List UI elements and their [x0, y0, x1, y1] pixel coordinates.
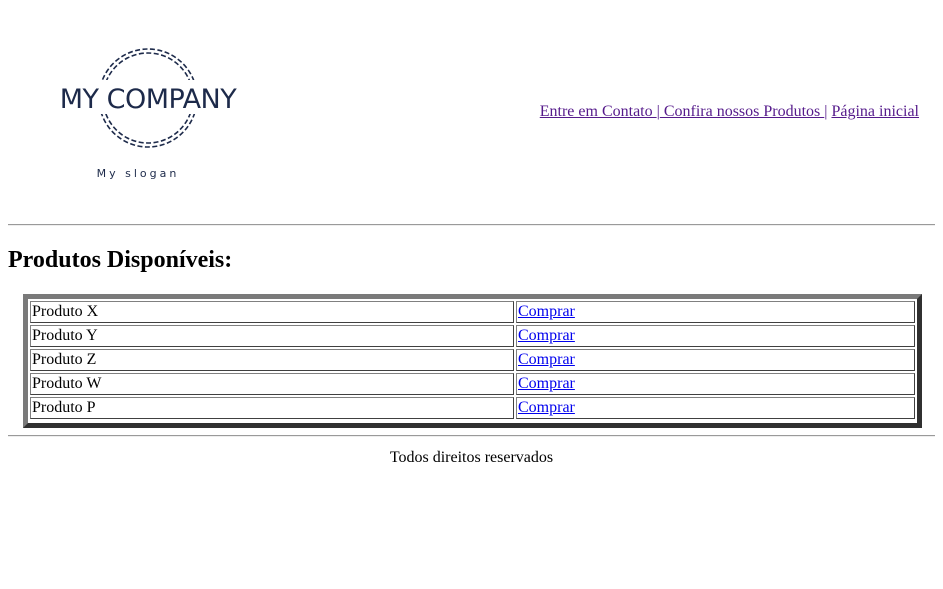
table-row: Produto P Comprar [30, 397, 915, 419]
buy-link[interactable]: Comprar [518, 303, 575, 320]
product-name: Produto P [30, 397, 514, 419]
footer-text: Todos direitos reservados [389, 449, 554, 466]
nav-link-contact[interactable]: Entre em Contato [540, 103, 657, 120]
logo-chain-emblem: MY COMPANY My slogan [40, 48, 260, 180]
buy-link[interactable]: Comprar [518, 327, 575, 344]
product-name: Produto W [30, 373, 514, 395]
buy-cell: Comprar [516, 373, 915, 395]
nav-separator: | [824, 103, 828, 120]
product-name: Produto Z [30, 349, 514, 371]
logo-slogan: My slogan [97, 167, 180, 180]
buy-link[interactable]: Comprar [518, 351, 575, 368]
nav-link-products[interactable]: Confira nossos Produtos [660, 103, 824, 120]
buy-cell: Comprar [516, 325, 915, 347]
table-row: Produto W Comprar [30, 373, 915, 395]
logo-text: MY COMPANY [60, 84, 237, 115]
product-name: Produto X [30, 301, 514, 323]
buy-cell: Comprar [516, 397, 915, 419]
buy-cell: Comprar [516, 349, 915, 371]
page-title: Produtos Disponíveis: [8, 247, 233, 273]
nav-link-home[interactable]: Página inicial [831, 103, 919, 120]
header-divider [8, 224, 935, 226]
buy-link[interactable]: Comprar [518, 399, 575, 416]
buy-cell: Comprar [516, 301, 915, 323]
top-navigation: Entre em Contato | Confira nossos Produt… [540, 103, 919, 121]
buy-link[interactable]: Comprar [518, 375, 575, 392]
table-row: Produto X Comprar [30, 301, 915, 323]
company-logo: MY COMPANY My slogan [40, 40, 260, 190]
table-row: Produto Y Comprar [30, 325, 915, 347]
product-name: Produto Y [30, 325, 514, 347]
products-table: Produto X Comprar Produto Y Comprar Prod… [23, 294, 922, 428]
footer-divider [8, 435, 935, 437]
table-row: Produto Z Comprar [30, 349, 915, 371]
